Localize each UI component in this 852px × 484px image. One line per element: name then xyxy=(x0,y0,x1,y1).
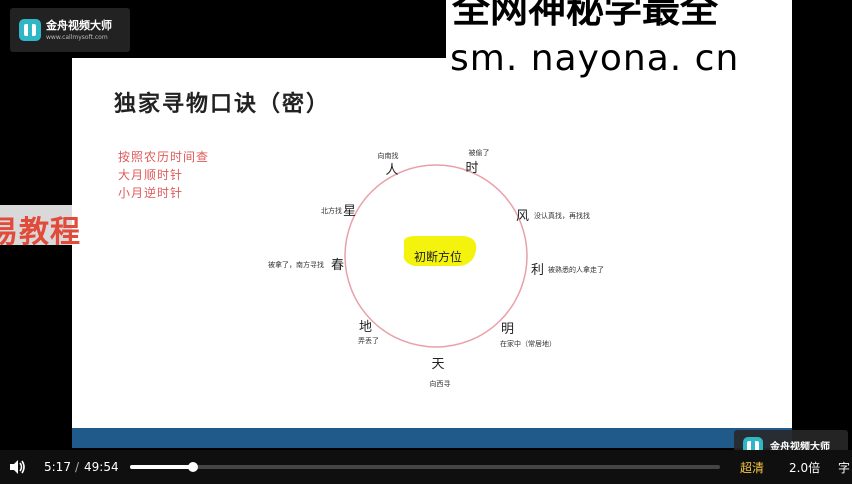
dial-char-shi: 时 xyxy=(465,161,478,176)
direction-dial: 初断方位 向南找 人 被偷了 时 风 没认真找，再找找 利 被熟悉的人拿走了 明… xyxy=(268,148,604,388)
slide-footer-bar xyxy=(72,428,792,448)
logo-text: 金舟视频大师 xyxy=(46,19,112,32)
dial-note-li: 被熟悉的人拿走了 xyxy=(548,265,604,274)
total-time: 49:54 xyxy=(84,460,119,474)
progress-knob[interactable] xyxy=(187,462,198,472)
progress-bar[interactable] xyxy=(130,462,720,472)
dial-note-shi: 被偷了 xyxy=(469,148,490,157)
player-controls: 5:17 / 49:54 超清 2.0倍 字 xyxy=(0,450,852,484)
dial-note-chun: 被拿了，南方寻找 xyxy=(268,260,324,269)
dial-char-feng: 风 xyxy=(516,209,529,224)
dial-note-xing: 北方找 xyxy=(321,206,342,215)
center-label: 初断方位 xyxy=(414,249,462,264)
slide: 独家寻物口诀（密） 按照农历时间查 大月顺时针 小月逆时针 初断方位 向南找 人… xyxy=(72,58,792,448)
dial-note-feng: 没认真找，再找找 xyxy=(534,211,590,220)
subtitle-button[interactable]: 字 xyxy=(838,459,850,476)
dial-char-ren: 人 xyxy=(385,163,398,178)
speed-button[interactable]: 2.0倍 xyxy=(789,459,820,476)
logo-url: www.callmysoft.com xyxy=(46,34,108,41)
dial-char-ming: 明 xyxy=(501,322,514,337)
watermark-banner: 全网神秘学最全 sm. nayona. cn xyxy=(446,0,792,86)
side-watermark-text: 易教程 xyxy=(0,215,81,245)
progress-fill xyxy=(130,465,193,469)
current-time: 5:17 xyxy=(44,460,71,474)
watermark-line2: sm. nayona. cn xyxy=(450,38,740,79)
time-separator: / xyxy=(75,460,80,474)
watermark-logo: 金舟视频大师 www.callmysoft.com xyxy=(10,8,130,52)
dial-char-chun: 春 xyxy=(331,258,344,273)
dial-note-ming: 在家中（常居地） xyxy=(500,339,556,348)
quality-button[interactable]: 超清 xyxy=(740,459,764,476)
dial-note-di: 弄丢了 xyxy=(358,336,379,345)
watermark-line1: 全网神秘学最全 xyxy=(452,0,719,31)
dial-note-ren: 向南找 xyxy=(378,151,399,160)
video-player[interactable]: 独家寻物口诀（密） 按照农历时间查 大月顺时针 小月逆时针 初断方位 向南找 人… xyxy=(0,0,852,484)
dial-char-tian: 天 xyxy=(431,357,444,372)
dial-char-xing: 星 xyxy=(343,204,356,219)
dial-char-li: 利 xyxy=(531,263,544,278)
dial-char-di: 地 xyxy=(359,320,372,335)
volume-icon[interactable] xyxy=(8,458,26,476)
dial-note-tian: 向西寻 xyxy=(430,379,451,388)
side-watermark: 易教程 xyxy=(0,205,104,245)
logo-icon xyxy=(19,19,41,41)
